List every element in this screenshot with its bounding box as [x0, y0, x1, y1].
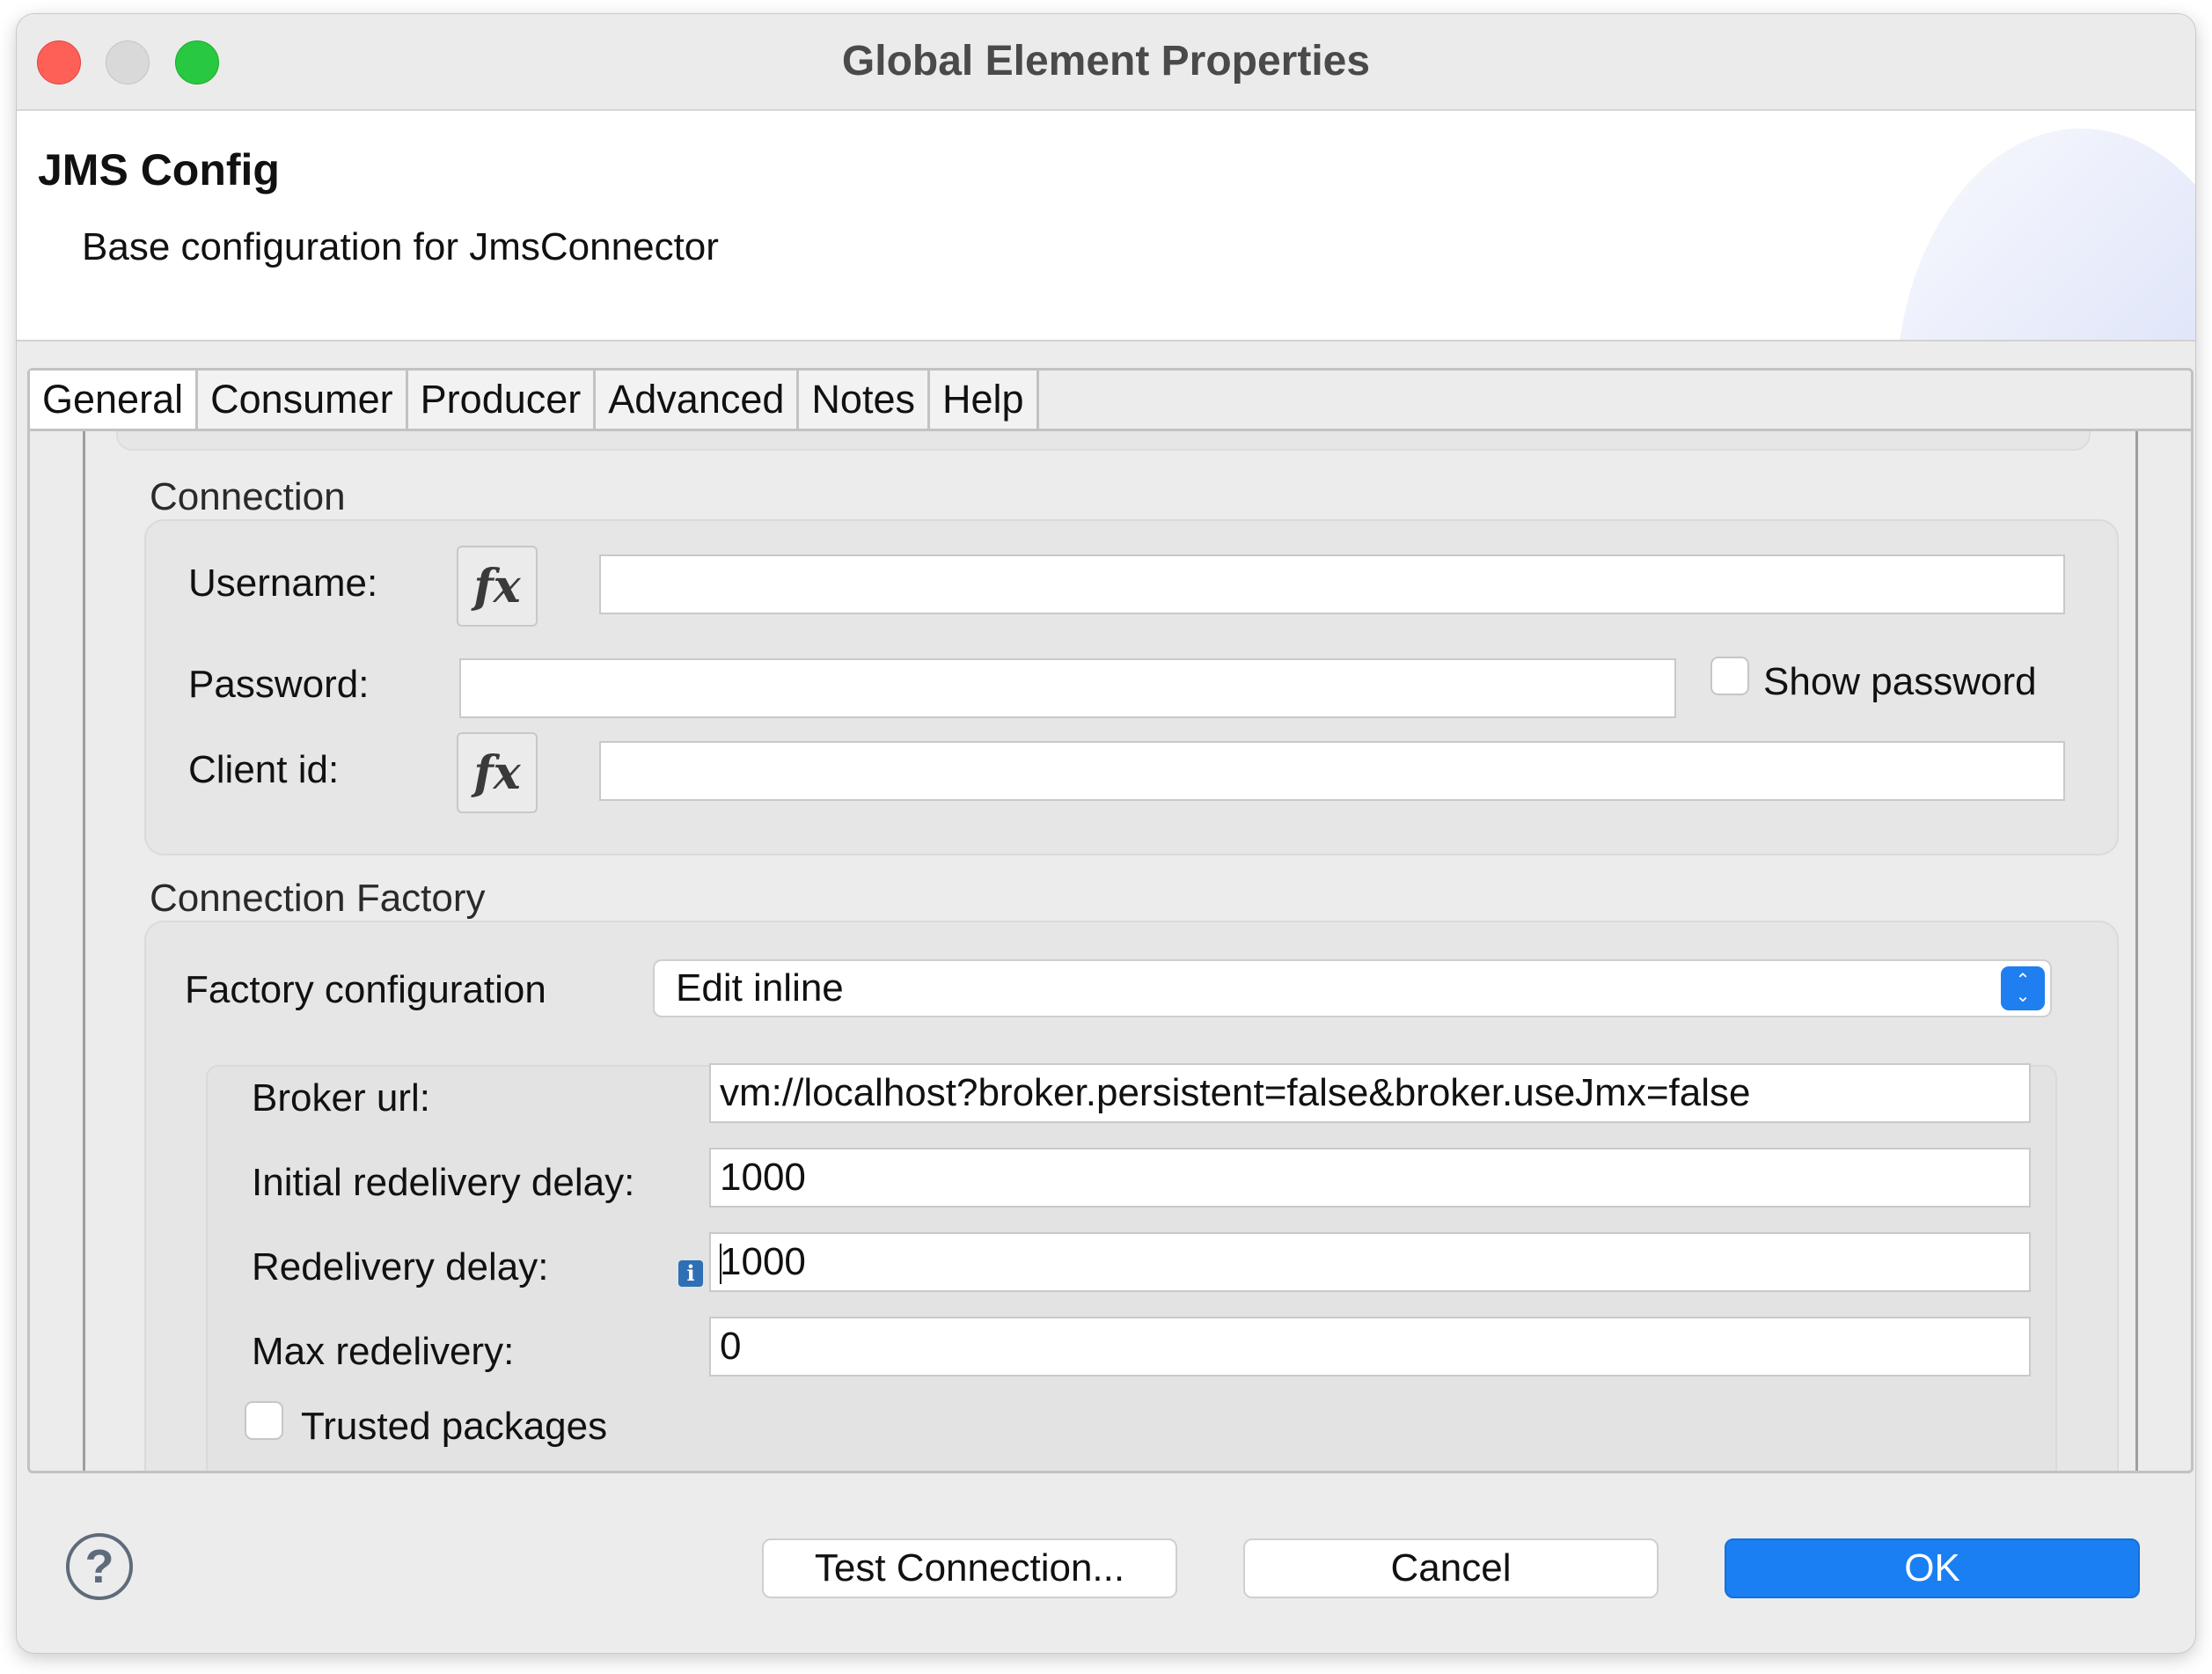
header-title: JMS Config	[38, 145, 280, 195]
factory-configuration-select[interactable]: Edit inline ⌃ ⌄	[653, 959, 2052, 1017]
show-password-checkbox[interactable]	[1710, 657, 1749, 695]
username-input[interactable]	[599, 554, 2065, 614]
show-password-label[interactable]: Show password	[1763, 660, 2037, 704]
cancel-button[interactable]: Cancel	[1243, 1538, 1659, 1598]
title-bar: Global Element Properties	[17, 14, 2195, 111]
client-id-label: Client id:	[188, 748, 340, 791]
info-icon: i	[678, 1260, 703, 1287]
test-connection-button[interactable]: Test Connection...	[762, 1538, 1177, 1598]
trusted-packages-label[interactable]: Trusted packages	[301, 1405, 607, 1449]
ok-button[interactable]: OK	[1725, 1538, 2140, 1598]
tab-help[interactable]: Help	[929, 371, 1039, 429]
client-id-fx-icon[interactable]: fx	[457, 732, 538, 813]
initial-redelivery-delay-label: Initial redelivery delay:	[252, 1161, 635, 1204]
max-redelivery-input[interactable]: 0	[709, 1317, 2031, 1377]
redelivery-delay-label: Redelivery delay:	[252, 1245, 549, 1289]
scroll-panel-edge-right	[2135, 431, 2138, 1471]
tab-advanced[interactable]: Advanced	[596, 371, 800, 429]
tab-producer[interactable]: Producer	[407, 371, 597, 429]
help-icon[interactable]: ?	[66, 1533, 133, 1600]
general-tab-content[interactable]: Connection Username: fx Password: Show p…	[83, 431, 2138, 1471]
header-description: Base configuration for JmsConnector	[82, 225, 719, 268]
factory-configuration-value: Edit inline	[676, 966, 844, 1010]
window-title: Global Element Properties	[841, 38, 1371, 84]
initial-redelivery-delay-input[interactable]: 1000	[709, 1148, 2031, 1208]
trusted-packages-checkbox[interactable]	[245, 1401, 283, 1440]
max-redelivery-label: Max redelivery:	[252, 1330, 515, 1373]
select-arrows-icon: ⌃ ⌄	[2001, 966, 2045, 1010]
header-decoration	[1896, 128, 2195, 340]
username-label: Username:	[188, 562, 378, 605]
tab-bar: General Consumer Producer Advanced Notes…	[30, 371, 1039, 429]
factory-configuration-label: Factory configuration	[185, 968, 546, 1011]
redelivery-delay-input[interactable]: 1000	[709, 1232, 2031, 1292]
connection-factory-group-label: Connection Factory	[150, 877, 486, 920]
dialog-header: JMS Config Base configuration for JmsCon…	[17, 111, 2195, 341]
password-label: Password:	[188, 663, 370, 706]
tab-general[interactable]: General	[30, 371, 199, 429]
broker-url-label: Broker url:	[252, 1076, 430, 1120]
tab-notes[interactable]: Notes	[799, 371, 930, 429]
tab-folder: General Consumer Producer Advanced Notes…	[27, 368, 2194, 1473]
username-fx-icon[interactable]: fx	[457, 546, 538, 627]
dialog-window: Global Element Properties JMS Config Bas…	[17, 14, 2195, 1653]
tab-consumer[interactable]: Consumer	[198, 371, 408, 429]
connection-group-label: Connection	[150, 475, 346, 518]
scroll-panel-edge-left	[83, 431, 85, 1471]
broker-url-input[interactable]: vm://localhost?broker.persistent=false&b…	[709, 1063, 2031, 1123]
previous-group-edge	[116, 431, 2091, 451]
redelivery-delay-value: 1000	[720, 1240, 806, 1283]
password-input[interactable]	[459, 658, 1676, 718]
client-id-input[interactable]	[599, 741, 2065, 801]
